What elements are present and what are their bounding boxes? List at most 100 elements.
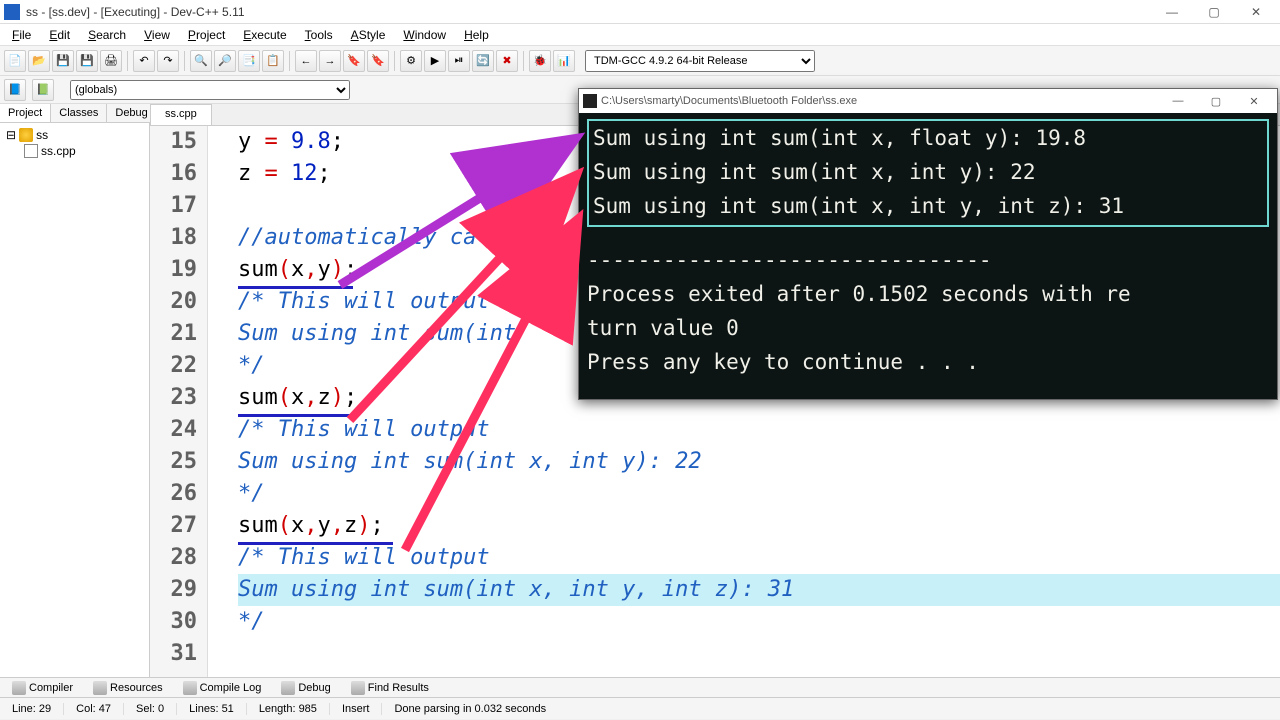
console-title: C:\Users\smarty\Documents\Bluetooth Fold… (601, 95, 1159, 107)
project-file[interactable]: ss.cpp (41, 144, 76, 158)
code-line-28[interactable]: /* This will output (238, 542, 1280, 574)
status-lines: Lines: 51 (177, 703, 247, 715)
maximize-button[interactable]: ▢ (1194, 2, 1234, 22)
menu-file[interactable]: File (4, 26, 39, 44)
code-line-26[interactable]: */ (238, 478, 1280, 510)
print-icon[interactable]: 🖨 (100, 50, 122, 72)
status-length: Length: 985 (247, 703, 330, 715)
find-icon[interactable]: 🔍 (190, 50, 212, 72)
log-icon (183, 681, 197, 695)
bottom-tabs: CompilerResourcesCompile LogDebug Find Re… (0, 677, 1280, 697)
menu-edit[interactable]: Edit (41, 26, 78, 44)
debug-icon[interactable]: 🐞 (529, 50, 551, 72)
project-name[interactable]: ss (36, 128, 48, 142)
console-line-0: Sum using int sum(int x, float y): 19.8 (593, 121, 1263, 155)
open-icon[interactable]: 📂 (28, 50, 50, 72)
code-line-27[interactable]: sum(x,y,z); (238, 510, 1280, 542)
code-line-29[interactable]: Sum using int sum(int x, int y, int z): … (238, 574, 1280, 606)
bottomtab-compile-log[interactable]: Compile Log (175, 679, 270, 697)
save-icon[interactable]: 💾 (52, 50, 74, 72)
code-line-25[interactable]: Sum using int sum(int x, int y): 22 (238, 446, 1280, 478)
sidetab-project[interactable]: Project (0, 104, 51, 122)
app-icon (4, 4, 20, 20)
status-col: Col: 47 (64, 703, 124, 715)
underline-annotation (238, 542, 393, 545)
debug-icon (281, 681, 295, 695)
save-all-icon[interactable]: 💾 (76, 50, 98, 72)
file-icon (24, 144, 38, 158)
console-maximize-button[interactable]: ▢ (1197, 95, 1235, 108)
goto-icon[interactable]: 📋 (262, 50, 284, 72)
compile-icon[interactable]: ⚙ (400, 50, 422, 72)
menu-astyle[interactable]: AStyle (343, 26, 394, 44)
console-press: Press any key to continue . . . (587, 345, 1269, 379)
line-gutter: 1516171819202122232425262728293031 (150, 126, 208, 677)
main-toolbar: 📄 📂 💾 💾 🖨 ↶ ↷ 🔍 🔎 📑 📋 ← → 🔖 🔖 ⚙ ▶ ⏯ 🔄 ✖ … (0, 46, 1280, 76)
undo-icon[interactable]: ↶ (133, 50, 155, 72)
underline-annotation (238, 286, 353, 289)
code-line-24[interactable]: /* This will output (238, 414, 1280, 446)
compile-icon (12, 681, 26, 695)
menubar: FileEditSearchViewProjectExecuteToolsASt… (0, 24, 1280, 46)
project-icon (19, 128, 33, 142)
new-class-icon[interactable]: 📘 (4, 79, 26, 101)
console-line-1: Sum using int sum(int x, int y): 22 (593, 155, 1263, 189)
forward-icon[interactable]: → (319, 50, 341, 72)
new-file-icon[interactable]: 📄 (4, 50, 26, 72)
menu-search[interactable]: Search (80, 26, 134, 44)
console-exit2: turn value 0 (587, 311, 1269, 345)
rebuild-icon[interactable]: 🔄 (472, 50, 494, 72)
bookmark-icon[interactable]: 🔖 (343, 50, 365, 72)
bookmark-next-icon[interactable]: 🔖 (367, 50, 389, 72)
bottomtab-compiler[interactable]: Compiler (4, 679, 81, 697)
menu-view[interactable]: View (136, 26, 178, 44)
res-icon (93, 681, 107, 695)
console-close-button[interactable]: ✕ (1235, 95, 1273, 108)
sidebar: ProjectClassesDebug ⊟ ss ss.cpp (0, 104, 150, 677)
minimize-button[interactable]: — (1152, 2, 1192, 22)
status-sel: Sel: 0 (124, 703, 177, 715)
close-button[interactable]: ✕ (1236, 2, 1276, 22)
statusbar: Line: 29 Col: 47 Sel: 0 Lines: 51 Length… (0, 697, 1280, 719)
console-exit1: Process exited after 0.1502 seconds with… (587, 277, 1269, 311)
replace-icon[interactable]: 🔎 (214, 50, 236, 72)
console-titlebar[interactable]: C:\Users\smarty\Documents\Bluetooth Fold… (579, 89, 1277, 113)
status-line: Line: 29 (0, 703, 64, 715)
status-mode: Insert (330, 703, 383, 715)
console-output: Sum using int sum(int x, float y): 19.8S… (579, 113, 1277, 399)
menu-window[interactable]: Window (395, 26, 454, 44)
globals-select[interactable]: (globals) (70, 80, 350, 100)
compile-run-icon[interactable]: ⏯ (448, 50, 470, 72)
console-minimize-button[interactable]: — (1159, 95, 1197, 107)
bottomtab-find-results[interactable]: Find Results (343, 679, 437, 697)
findfiles-icon[interactable]: 📑 (238, 50, 260, 72)
stop-icon[interactable]: ✖ (496, 50, 518, 72)
compiler-select[interactable]: TDM-GCC 4.9.2 64-bit Release (585, 50, 815, 72)
file-tab[interactable]: ss.cpp (150, 104, 212, 125)
bottomtab-resources[interactable]: Resources (85, 679, 171, 697)
back-icon[interactable]: ← (295, 50, 317, 72)
find-icon (351, 681, 365, 695)
console-icon (583, 94, 597, 108)
sidetab-classes[interactable]: Classes (51, 104, 107, 122)
window-title: ss - [ss.dev] - [Executing] - Dev-C++ 5.… (26, 5, 1152, 19)
console-sep: -------------------------------- (587, 243, 1269, 277)
project-tree[interactable]: ⊟ ss ss.cpp (0, 123, 149, 163)
sidebar-tabs: ProjectClassesDebug (0, 104, 149, 123)
status-msg: Done parsing in 0.032 seconds (382, 703, 1280, 715)
redo-icon[interactable]: ↷ (157, 50, 179, 72)
titlebar: ss - [ss.dev] - [Executing] - Dev-C++ 5.… (0, 0, 1280, 24)
menu-tools[interactable]: Tools (297, 26, 341, 44)
menu-project[interactable]: Project (180, 26, 233, 44)
underline-annotation (238, 414, 353, 417)
menu-execute[interactable]: Execute (235, 26, 294, 44)
bottomtab-debug[interactable]: Debug (273, 679, 338, 697)
profile-icon[interactable]: 📊 (553, 50, 575, 72)
code-line-30[interactable]: */ (238, 606, 1280, 638)
console-window: C:\Users\smarty\Documents\Bluetooth Fold… (578, 88, 1278, 400)
menu-help[interactable]: Help (456, 26, 497, 44)
console-line-2: Sum using int sum(int x, int y, int z): … (593, 189, 1263, 223)
code-line-31[interactable] (238, 638, 1280, 670)
run-icon[interactable]: ▶ (424, 50, 446, 72)
insert-icon[interactable]: 📗 (32, 79, 54, 101)
